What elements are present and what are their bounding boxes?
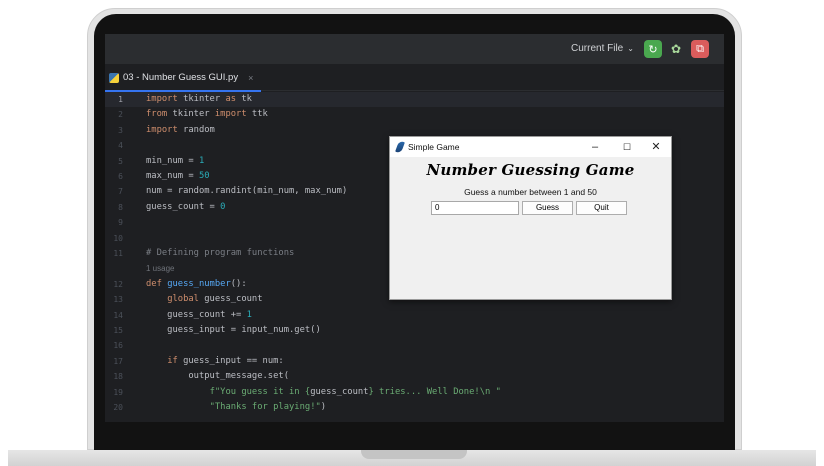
line-number: 9 <box>118 218 123 228</box>
usage-hint: 1 usage <box>146 264 175 274</box>
code-text: from tkinter import ttk <box>146 109 268 120</box>
line-number: 19 <box>113 387 123 397</box>
line-number: 15 <box>113 326 123 335</box>
bug-icon: ✿ <box>670 42 682 56</box>
quit-button[interactable]: Quit <box>576 201 627 215</box>
line-number: 4 <box>118 141 123 151</box>
run-button[interactable]: ↻ <box>644 40 662 58</box>
line-number: 18 <box>113 372 123 382</box>
code-text: import random <box>146 124 215 135</box>
code-line[interactable]: 17 if guess_input == num: <box>105 354 724 369</box>
code-text: guess_count += 1 <box>146 309 252 320</box>
line-number: 6 <box>118 172 123 181</box>
line-number: 13 <box>113 295 123 305</box>
python-file-icon <box>109 72 119 83</box>
code-line[interactable]: 14 guess_count += 1 <box>105 308 724 323</box>
chevron-down-icon: ⌄ <box>627 44 634 53</box>
code-line[interactable]: 15 guess_input = input_num.get() <box>105 323 724 338</box>
line-number: 10 <box>113 233 123 243</box>
editor-tab-bar: 03 - Number Guess GUI.py × <box>105 64 724 92</box>
stop-button[interactable]: ⧉ <box>691 40 709 58</box>
line-number: 14 <box>113 310 123 320</box>
tab-filename: 03 - Number Guess GUI.py <box>123 72 239 83</box>
stop-icon: ⧉ <box>696 42 704 55</box>
code-text: global guess_count <box>167 294 263 305</box>
line-number: 7 <box>118 187 123 197</box>
line-number: 1 <box>118 95 123 104</box>
maximize-button[interactable]: ☐ <box>616 139 638 155</box>
tab-number-guess-gui[interactable]: 03 - Number Guess GUI.py × <box>105 64 261 92</box>
code-text: if guess_input == num: <box>167 355 284 366</box>
line-number: 3 <box>118 125 123 135</box>
code-line[interactable]: 18 output_message.set( <box>105 369 724 384</box>
game-prompt: Guess a number between 1 and 50 <box>464 187 597 197</box>
code-text: # Defining program functions <box>146 248 295 258</box>
code-text: num = random.randint(min_num, max_num) <box>146 186 348 197</box>
run-config-selector[interactable]: Current File ⌄ <box>571 43 634 54</box>
tk-window: Simple Game – ☐ ✕ Number Guessing Game G… <box>389 136 672 300</box>
tk-titlebar[interactable]: Simple Game – ☐ ✕ <box>390 137 671 157</box>
code-text: "Thanks for playing!") <box>209 402 327 412</box>
minimize-button[interactable]: – <box>584 139 606 155</box>
code-line[interactable]: 1 import tkinter as tk <box>105 92 724 108</box>
guess-button[interactable]: Guess <box>522 201 573 215</box>
run-icon: ↻ <box>648 43 658 56</box>
code-text: max_num = 50 <box>146 171 210 181</box>
run-config-label: Current File <box>571 43 624 54</box>
line-number: 17 <box>113 356 123 366</box>
code-text: output_message.set( <box>146 371 289 382</box>
line-number: 11 <box>113 249 123 258</box>
close-window-button[interactable]: ✕ <box>645 139 667 155</box>
line-number: 2 <box>118 110 123 120</box>
code-text: guess_count = 0 <box>146 201 226 212</box>
debug-button[interactable]: ✿ <box>667 40 685 58</box>
game-heading: Number Guessing Game <box>426 161 635 179</box>
guess-input[interactable]: 0 <box>431 201 519 215</box>
ide-toolbar: Current File ⌄ ↻ ✿ ⧉ <box>105 34 724 64</box>
line-number: 12 <box>113 279 123 289</box>
line-number: 8 <box>118 202 123 212</box>
code-text: min_num = 1 <box>146 155 205 166</box>
line-number: 16 <box>113 341 123 351</box>
code-line[interactable]: 20 "Thanks for playing!") <box>105 400 724 415</box>
tk-feather-icon <box>395 140 405 154</box>
code-line[interactable]: 2 from tkinter import ttk <box>105 107 724 122</box>
code-line[interactable]: 16 <box>105 338 724 353</box>
close-tab-icon[interactable]: × <box>248 73 253 83</box>
code-line[interactable]: 19 f"You guess it in {guess_count} tries… <box>105 385 724 400</box>
tk-window-title: Simple Game <box>408 142 460 152</box>
laptop-notch <box>361 450 467 459</box>
code-text: import tkinter as tk <box>146 94 252 104</box>
code-text: f"You guess it in {guess_count} tries...… <box>209 386 501 397</box>
code-text: def guess_number(): <box>146 278 247 289</box>
line-number: 20 <box>113 403 123 412</box>
code-text: guess_input = input_num.get() <box>146 325 321 335</box>
line-number: 5 <box>118 156 123 166</box>
